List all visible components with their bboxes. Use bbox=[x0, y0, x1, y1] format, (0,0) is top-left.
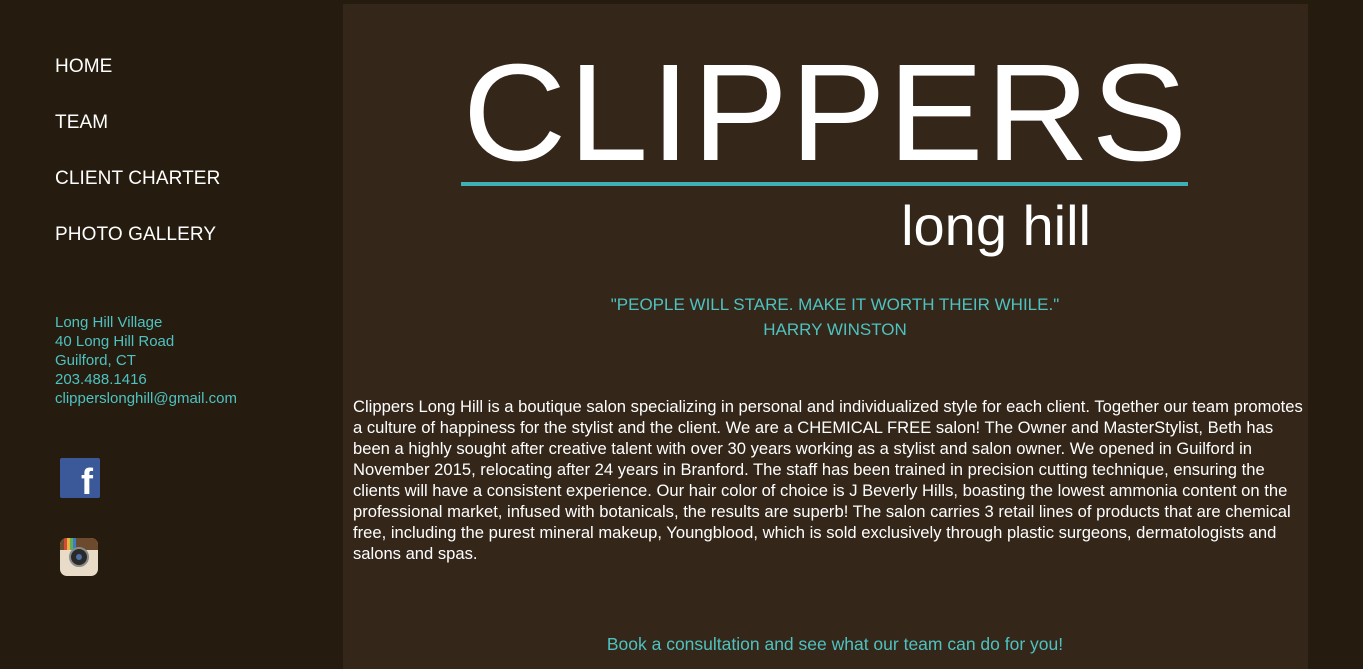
logo-wordmark: CLIPPERS bbox=[462, 36, 1190, 190]
address-line-2: 40 Long Hill Road bbox=[55, 333, 175, 350]
quote-block: "PEOPLE WILL STARE. MAKE IT WORTH THEIR … bbox=[343, 292, 1327, 342]
nav-client-charter[interactable]: CLIENT CHARTER bbox=[55, 167, 220, 191]
main-content: CLIPPERS long hill "PEOPLE WILL STARE. M… bbox=[343, 4, 1308, 669]
about-paragraph: Clippers Long Hill is a boutique salon s… bbox=[353, 397, 1303, 563]
site-logo: CLIPPERS long hill bbox=[461, 44, 1191, 264]
nav-team[interactable]: TEAM bbox=[55, 111, 220, 135]
instagram-icon[interactable] bbox=[60, 538, 98, 576]
facebook-icon[interactable]: f bbox=[60, 458, 100, 502]
page: HOME TEAM CLIENT CHARTER PHOTO GALLERY L… bbox=[0, 0, 1363, 669]
main-nav: HOME TEAM CLIENT CHARTER PHOTO GALLERY bbox=[55, 55, 220, 279]
facebook-glyph: f bbox=[81, 461, 93, 502]
quote-text: "PEOPLE WILL STARE. MAKE IT WORTH THEIR … bbox=[610, 295, 1060, 314]
quote-author: HARRY WINSTON bbox=[763, 320, 907, 339]
logo-rule bbox=[461, 182, 1188, 186]
address-line-1: Long Hill Village bbox=[55, 314, 163, 331]
sidebar: HOME TEAM CLIENT CHARTER PHOTO GALLERY L… bbox=[0, 0, 343, 669]
email-link[interactable]: clipperslonghill@gmail.com bbox=[55, 389, 237, 408]
nav-home[interactable]: HOME bbox=[55, 55, 220, 79]
nav-photo-gallery[interactable]: PHOTO GALLERY bbox=[55, 223, 220, 247]
booking-cta: Book a consultation and see what our tea… bbox=[606, 634, 1064, 654]
logo-subtitle: long hill bbox=[901, 194, 1091, 257]
phone-number[interactable]: 203.488.1416 bbox=[55, 370, 237, 389]
address-line-3: Guilford, CT bbox=[55, 352, 136, 369]
instagram-lens bbox=[69, 547, 89, 567]
contact-address: Long Hill Village 40 Long Hill Road Guil… bbox=[55, 313, 237, 408]
